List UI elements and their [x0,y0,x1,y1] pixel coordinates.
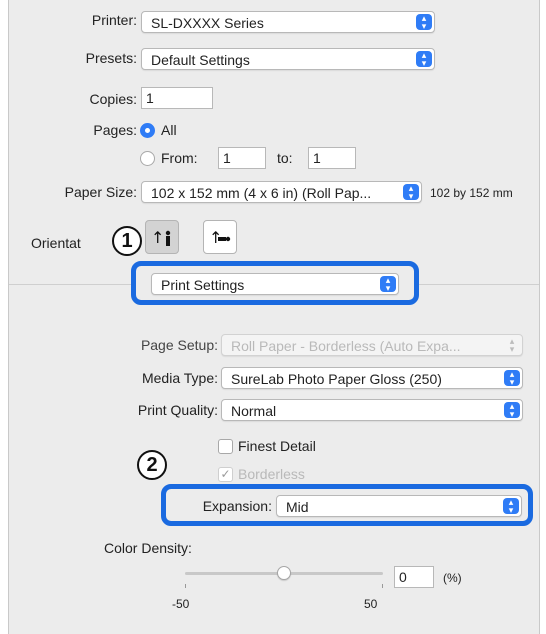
expansion-value: Mid [286,499,309,515]
pages-to-field[interactable]: 1 [308,147,356,169]
chevron-updown-icon: ▴ ▾ [504,402,520,419]
slider-min-label: -50 [172,597,190,611]
finest-detail-label: Finest Detail [238,438,316,454]
slider-max-label: 50 [364,597,378,611]
pages-all-label: All [161,122,177,138]
slider-thumb[interactable] [277,566,291,580]
color-density-field[interactable]: 0 [394,566,434,588]
copies-label: Copies: [89,91,137,107]
presets-value: Default Settings [151,52,250,68]
landscape-orientation-button[interactable]: ↑ [203,220,237,254]
media-type-popup[interactable]: SureLab Photo Paper Gloss (250) ▴ ▾ [221,367,523,389]
pages-all-radio[interactable] [140,123,155,138]
borderless-checkbox: ✓ [218,467,233,482]
print-dialog-panel: Printer: SL-DXXXX Series ▴ ▾ Presets: Def… [8,0,540,634]
slider-tick-max [382,584,383,588]
print-quality-popup[interactable]: Normal ▴ ▾ [221,399,523,421]
media-type-label: Media Type: [141,370,218,386]
page-setup-label: Page Setup: [140,337,218,353]
paper-size-label: Paper Size: [64,184,137,200]
pages-from-label: From: [161,150,198,166]
separator-right [419,284,539,285]
paper-size-popup[interactable]: 102 x 152 mm (4 x 6 in) (Roll Pap... ▴ ▾ [141,181,422,203]
print-quality-value: Normal [231,403,277,419]
chevron-updown-icon: ▴ ▾ [380,276,396,293]
section-popup[interactable]: Print Settings ▴ ▾ [151,273,399,295]
chevron-updown-icon: ▴ ▾ [503,498,519,515]
color-density-unit: (%) [443,571,462,585]
section-popup-value: Print Settings [161,277,245,293]
paper-size-value: 102 x 152 mm (4 x 6 in) (Roll Pap... [151,185,372,201]
callout-1: 1 [112,226,142,256]
landscape-icon: ↑ [209,228,231,247]
media-type-value: SureLab Photo Paper Gloss (250) [231,371,442,387]
chevron-updown-icon: ▴ ▾ [416,51,432,68]
expansion-popup[interactable]: Mid ▴ ▾ [276,495,522,517]
color-density-slider[interactable] [185,566,383,588]
chevron-updown-icon: ▴ ▾ [416,14,432,31]
printer-popup[interactable]: SL-DXXXX Series ▴ ▾ [141,11,435,33]
pages-to-label: to: [277,150,293,166]
page-setup-value: Roll Paper - Borderless (Auto Expa... [231,338,461,354]
copies-field[interactable]: 1 [141,87,213,109]
portrait-icon: ↑ [151,228,171,247]
color-density-label: Color Density: [104,540,192,556]
portrait-orientation-button[interactable]: ↑ [145,220,179,254]
finest-detail-checkbox[interactable] [218,439,233,454]
slider-tick-min [185,584,186,588]
pages-label: Pages: [93,122,137,138]
page-setup-popup: Roll Paper - Borderless (Auto Expa... ▴ ▾ [221,334,523,356]
presets-label: Presets: [85,50,137,66]
chevron-updown-icon: ▴ ▾ [509,336,515,354]
print-quality-label: Print Quality: [137,402,218,418]
chevron-updown-icon: ▴ ▾ [403,184,419,201]
svg-text:↑: ↑ [151,228,164,247]
presets-popup[interactable]: Default Settings ▴ ▾ [141,48,435,70]
separator-left [9,284,131,285]
chevron-updown-icon: ▴ ▾ [504,370,520,387]
printer-value: SL-DXXXX Series [151,15,264,31]
printer-label: Printer: [91,12,137,28]
borderless-label: Borderless [238,466,305,482]
pages-from-field[interactable]: 1 [218,147,266,169]
expansion-label: Expansion: [202,498,272,514]
orientation-label: Orientat [31,235,81,251]
paper-size-dimensions: 102 by 152 mm [430,186,513,200]
pages-from-radio[interactable] [140,151,155,166]
callout-2: 2 [137,450,167,480]
